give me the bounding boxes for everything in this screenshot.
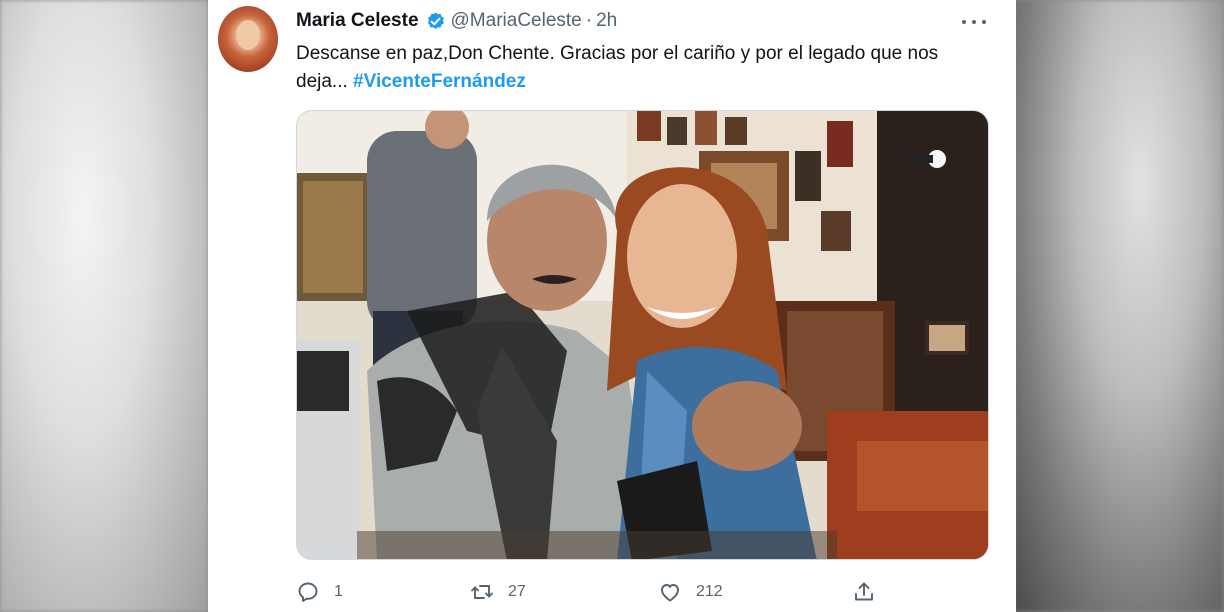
reply-button[interactable]: 1 [296, 576, 343, 608]
author-handle[interactable]: @MariaCeleste [451, 10, 582, 32]
background-right [1014, 0, 1224, 612]
reply-count: 1 [334, 583, 343, 600]
verified-badge-icon [425, 10, 447, 32]
photo-illustration [297, 111, 988, 559]
author-name[interactable]: Maria Celeste [296, 10, 419, 32]
tweet-photo[interactable] [296, 110, 989, 560]
tweet-header: Maria Celeste @MariaCeleste · 2h [296, 10, 617, 32]
hashtag-link[interactable]: #VicenteFernández [353, 71, 526, 92]
reply-icon [298, 582, 318, 602]
tweet-timestamp[interactable]: 2h [596, 10, 617, 32]
more-dot-icon [982, 20, 986, 24]
retweet-button[interactable]: 27 [470, 576, 526, 608]
heart-icon [661, 584, 679, 602]
share-icon [855, 582, 873, 601]
more-options-button[interactable] [962, 12, 986, 32]
more-dot-icon [962, 20, 966, 24]
like-count: 212 [696, 583, 723, 600]
retweet-count: 27 [508, 583, 526, 600]
like-button[interactable]: 212 [658, 576, 723, 608]
tweet-card: Maria Celeste @MariaCeleste · 2h Descans… [208, 0, 1016, 612]
tweet-text: Descanse en paz,Don Chente. Gracias por … [296, 40, 986, 96]
retweet-icon [471, 585, 493, 599]
avatar[interactable] [218, 6, 278, 72]
tweet-actions: 1 27 212 [296, 576, 886, 608]
share-button[interactable] [852, 576, 876, 608]
background-left [0, 0, 208, 612]
more-dot-icon [972, 20, 976, 24]
avatar-face [236, 20, 260, 50]
separator-dot: · [585, 10, 593, 31]
